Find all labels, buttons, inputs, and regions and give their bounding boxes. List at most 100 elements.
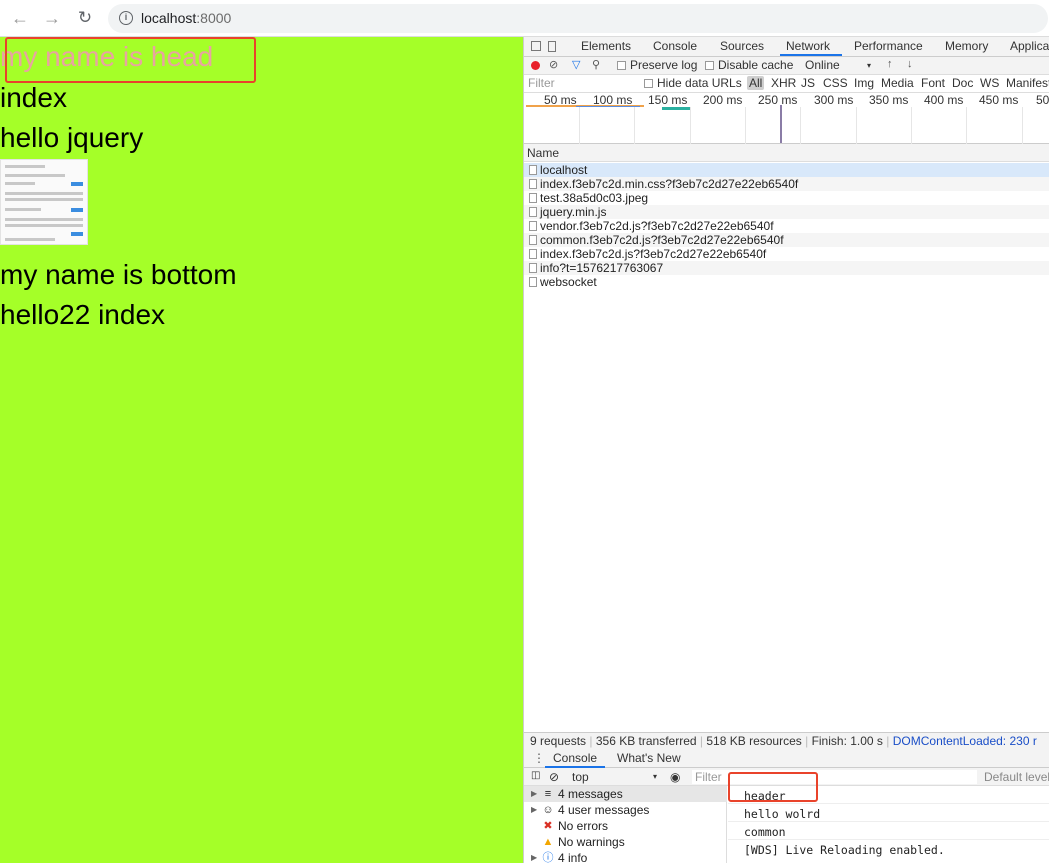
type-ws[interactable]: WS	[980, 76, 999, 90]
timeline-label: 400 ms	[924, 93, 964, 107]
tab-console[interactable]: Console	[653, 39, 697, 53]
expand-arrow-icon: ▶	[531, 853, 538, 862]
timeline-label: 450 ms	[979, 93, 1019, 107]
test-image	[0, 159, 88, 245]
timeline-label: 50	[1036, 93, 1049, 107]
url-text: localhost:8000	[141, 10, 231, 26]
type-js[interactable]: JS	[801, 76, 815, 90]
clear-console-icon[interactable]: ⊘	[549, 770, 559, 784]
request-row[interactable]: index.f3eb7c2d.min.css?f3eb7c2d27e22eb65…	[524, 177, 1049, 191]
tab-memory[interactable]: Memory	[945, 39, 988, 53]
preserve-log-checkbox[interactable]	[617, 61, 626, 70]
inspect-icon[interactable]	[531, 41, 541, 51]
throttle-select[interactable]: Online ▾	[805, 58, 885, 72]
sidebar-item-errors[interactable]: ✖ No errors	[524, 818, 727, 834]
export-icon[interactable]: ↓	[907, 58, 913, 70]
type-img[interactable]: Img	[854, 76, 874, 90]
tab-performance[interactable]: Performance	[854, 39, 923, 53]
device-toolbar-icon[interactable]	[548, 41, 556, 52]
sidebar-item-label: No warnings	[558, 835, 625, 849]
request-row[interactable]: index.f3eb7c2d.js?f3eb7c2d27e22eb6540f	[524, 247, 1049, 261]
request-name: websocket	[540, 275, 597, 289]
sidebar-item-messages[interactable]: ▶ ≡ 4 messages	[524, 786, 727, 802]
type-xhr[interactable]: XHR	[771, 76, 796, 90]
request-row[interactable]: common.f3eb7c2d.js?f3eb7c2d27e22eb6540f	[524, 233, 1049, 247]
warning-icon: ▲	[542, 836, 554, 848]
preserve-log-label: Preserve log	[630, 58, 698, 72]
info-icon: ⓘ	[542, 852, 554, 864]
name-column-header[interactable]: Name	[524, 144, 1049, 162]
hide-data-urls-label: Hide data URLs	[657, 76, 742, 90]
clear-icon[interactable]: ⊘	[549, 58, 558, 71]
console-log-line: common	[744, 825, 786, 839]
url-port: :8000	[196, 10, 232, 26]
eye-icon[interactable]: ◉	[670, 770, 680, 784]
type-css[interactable]: CSS	[823, 76, 848, 90]
highlight-box-head	[5, 37, 256, 83]
request-row[interactable]: jquery.min.js	[524, 205, 1049, 219]
list-icon: ≡	[544, 788, 552, 800]
tab-application[interactable]: Applica	[1010, 39, 1049, 53]
summary-resources: 518 KB resources	[706, 734, 802, 748]
network-summary-bar: 9 requests | 356 KB transferred | 518 KB…	[524, 732, 1049, 750]
devtools-tabbar: Elements Console Sources Network Perform…	[524, 37, 1049, 57]
request-row[interactable]: localhost	[524, 163, 1049, 177]
tab-elements[interactable]: Elements	[581, 39, 631, 53]
drawer-tab-whats-new[interactable]: What's New	[617, 751, 681, 765]
timeline-label: 300 ms	[814, 93, 854, 107]
timeline-marker	[780, 105, 782, 143]
request-row[interactable]: vendor.f3eb7c2d.js?f3eb7c2d27e22eb6540f	[524, 219, 1049, 233]
tab-network[interactable]: Network	[786, 39, 830, 53]
filter-icon[interactable]: ▽	[572, 58, 580, 71]
network-filter-bar: Filter Hide data URLs All XHR JS CSS Img…	[524, 75, 1049, 93]
network-overview-timeline: 50 ms 100 ms 150 ms 200 ms 250 ms 300 ms…	[524, 93, 1049, 144]
index-text: index	[0, 82, 67, 113]
disable-cache-checkbox[interactable]	[705, 61, 714, 70]
forward-icon[interactable]: →	[42, 8, 62, 28]
document-icon	[529, 179, 537, 189]
log-levels-select[interactable]: Default level	[984, 770, 1049, 784]
record-icon[interactable]	[531, 61, 540, 70]
type-manifest[interactable]: Manifest	[1006, 76, 1049, 90]
sidebar-item-label: 4 user messages	[558, 803, 650, 817]
type-media[interactable]: Media	[881, 76, 914, 90]
drawer-tab-console[interactable]: Console	[553, 751, 597, 765]
request-row[interactable]: info?t=1576217763067	[524, 261, 1049, 275]
chevron-down-icon: ▾	[653, 772, 658, 781]
document-icon	[529, 249, 537, 259]
info-icon[interactable]: i	[119, 11, 133, 25]
filter-input[interactable]: Filter	[528, 76, 636, 91]
request-row[interactable]: test.38a5d0c03.jpeg	[524, 191, 1049, 205]
context-select[interactable]: top	[572, 770, 589, 784]
throttle-value: Online	[805, 58, 840, 72]
request-name: vendor.f3eb7c2d.js?f3eb7c2d27e22eb6540f	[540, 219, 774, 233]
sidebar-item-label: No errors	[558, 819, 609, 833]
summary-finish: Finish: 1.00 s	[811, 734, 883, 748]
sidebar-item-warnings[interactable]: ▲ No warnings	[524, 834, 727, 850]
import-icon[interactable]: ↑	[887, 58, 893, 70]
sidebar-item-info[interactable]: ▶ ⓘ 4 info	[524, 850, 727, 866]
request-name: info?t=1576217763067	[540, 261, 664, 275]
back-icon[interactable]: ←	[10, 8, 30, 28]
timeline-label: 350 ms	[869, 93, 909, 107]
sidebar-item-user-messages[interactable]: ▶ ☺ 4 user messages	[524, 802, 727, 818]
chevron-down-icon: ▾	[867, 61, 872, 70]
request-row[interactable]: websocket	[524, 275, 1049, 289]
active-tab-indicator	[780, 54, 842, 56]
type-doc[interactable]: Doc	[952, 76, 973, 90]
more-icon[interactable]: ⋮	[533, 751, 545, 765]
address-bar[interactable]: i localhost:8000	[108, 4, 1048, 33]
reload-icon[interactable]: ↻	[75, 8, 95, 28]
request-list: localhost index.f3eb7c2d.min.css?f3eb7c2…	[524, 163, 1049, 289]
hide-data-urls-checkbox[interactable]	[644, 79, 653, 88]
search-icon[interactable]: ⚲	[592, 58, 600, 71]
type-font[interactable]: Font	[921, 76, 945, 90]
timeline-label: 150 ms	[648, 93, 688, 107]
user-icon: ☺	[542, 804, 554, 816]
expand-arrow-icon: ▶	[531, 805, 538, 814]
document-icon	[529, 165, 537, 175]
sidebar-item-label: 4 info	[558, 851, 588, 865]
type-all[interactable]: All	[747, 76, 765, 90]
sidebar-toggle-icon[interactable]: ◫	[531, 770, 540, 781]
tab-sources[interactable]: Sources	[720, 39, 764, 53]
